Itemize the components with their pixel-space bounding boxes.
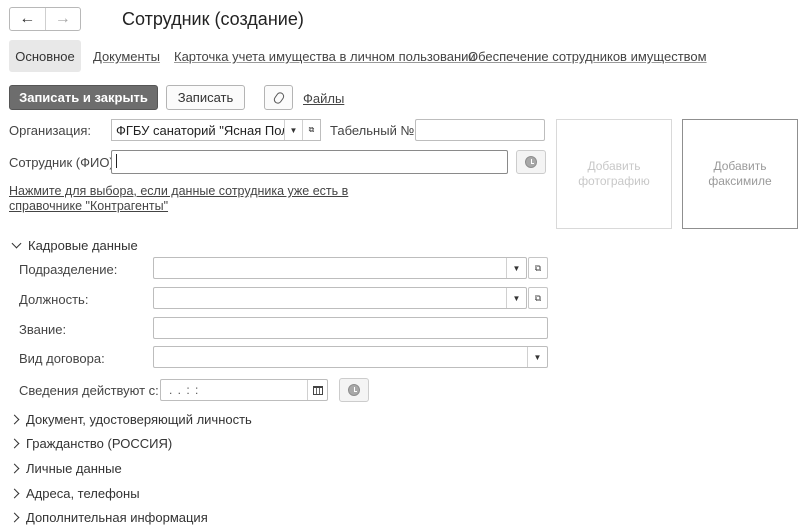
organization-label: Организация: — [9, 123, 92, 138]
section-hr-title: Кадровые данные — [28, 238, 138, 253]
organization-value: ФГБУ санаторий "Ясная Поляна" — [116, 123, 284, 138]
employee-name-input[interactable] — [111, 150, 508, 174]
back-arrow-icon[interactable]: ← — [10, 8, 46, 30]
files-link[interactable]: Файлы — [303, 91, 344, 106]
rank-input[interactable] — [153, 317, 548, 339]
forward-arrow-icon[interactable]: → — [46, 8, 81, 30]
tab-documents[interactable]: Документы — [93, 49, 160, 64]
division-open-icon[interactable]: ⧉ — [528, 257, 548, 279]
attach-button[interactable] — [264, 85, 293, 110]
contract-type-select[interactable]: ▼ — [153, 346, 548, 368]
chevron-right-icon — [9, 488, 20, 499]
effective-date-input[interactable]: . . : : — [160, 379, 328, 401]
tabel-number-input[interactable] — [415, 119, 545, 141]
tab-property-provision[interactable]: Обеспечение сотрудников имуществом — [468, 49, 707, 64]
navigation-buttons: ← → — [9, 7, 81, 31]
division-label: Подразделение: — [19, 262, 118, 277]
chevron-down-icon[interactable]: ▼ — [527, 347, 547, 367]
chevron-down-icon[interactable]: ▼ — [506, 288, 526, 308]
section-identity-document-title: Документ, удостоверяющий личность — [26, 412, 252, 427]
section-personal-data[interactable]: Личные данные — [9, 461, 122, 476]
calendar-icon — [312, 385, 323, 395]
history-icon — [348, 384, 360, 396]
section-citizenship[interactable]: Гражданство (РОССИЯ) — [9, 436, 172, 451]
effective-date-label: Сведения действуют с: — [19, 383, 159, 398]
tab-property-card[interactable]: Карточка учета имущества в личном пользо… — [174, 49, 476, 64]
section-addresses-phones-title: Адреса, телефоны — [26, 486, 140, 501]
calendar-button[interactable] — [307, 380, 327, 400]
position-open-icon[interactable]: ⧉ — [528, 287, 548, 309]
page-title: Сотрудник (создание) — [122, 9, 304, 29]
section-hr-data[interactable]: Кадровые данные — [9, 238, 138, 253]
history-icon — [525, 156, 537, 168]
effective-date-value: . . : : — [169, 383, 200, 397]
division-select[interactable]: ▼ — [153, 257, 527, 279]
select-from-contractors-link[interactable]: Нажмите для выбора, если данные сотрудни… — [9, 184, 349, 214]
add-facsimile-label: Добавить факсимиле — [708, 159, 772, 188]
chevron-down-icon[interactable]: ▼ — [506, 258, 526, 278]
rank-label: Звание: — [19, 322, 67, 337]
chevron-down-icon[interactable]: ▼ — [284, 120, 302, 140]
contract-type-label: Вид договора: — [19, 351, 105, 366]
add-photo-label: Добавить фотографию — [578, 159, 650, 188]
chevron-right-icon — [9, 463, 20, 474]
tabel-number-label: Табельный №: — [330, 123, 418, 138]
paperclip-icon — [271, 90, 286, 105]
add-facsimile-box[interactable]: Добавить факсимиле — [682, 119, 798, 229]
section-citizenship-title: Гражданство (РОССИЯ) — [26, 436, 173, 451]
effective-history-button[interactable] — [339, 378, 369, 402]
section-additional-info[interactable]: Дополнительная информация — [9, 510, 208, 525]
save-button[interactable]: Записать — [166, 85, 245, 110]
tab-main[interactable]: Основное — [9, 40, 81, 72]
history-button[interactable] — [516, 150, 546, 174]
chevron-right-icon — [9, 414, 20, 425]
open-icon[interactable]: ⧉ — [302, 120, 320, 140]
text-cursor — [116, 154, 117, 168]
position-label: Должность: — [19, 292, 89, 307]
section-addresses-phones[interactable]: Адреса, телефоны — [9, 486, 140, 501]
section-additional-info-title: Дополнительная информация — [26, 510, 208, 525]
section-identity-document[interactable]: Документ, удостоверяющий личность — [9, 412, 252, 427]
section-personal-data-title: Личные данные — [26, 461, 122, 476]
save-and-close-button[interactable]: Записать и закрыть — [9, 85, 158, 110]
chevron-right-icon — [9, 512, 20, 523]
chevron-down-icon — [11, 238, 22, 249]
employee-name-label: Сотрудник (ФИО): — [9, 155, 118, 170]
position-select[interactable]: ▼ — [153, 287, 527, 309]
chevron-right-icon — [9, 438, 20, 449]
add-photo-box[interactable]: Добавить фотографию — [556, 119, 672, 229]
organization-field[interactable]: ФГБУ санаторий "Ясная Поляна" ▼ ⧉ — [111, 119, 321, 141]
